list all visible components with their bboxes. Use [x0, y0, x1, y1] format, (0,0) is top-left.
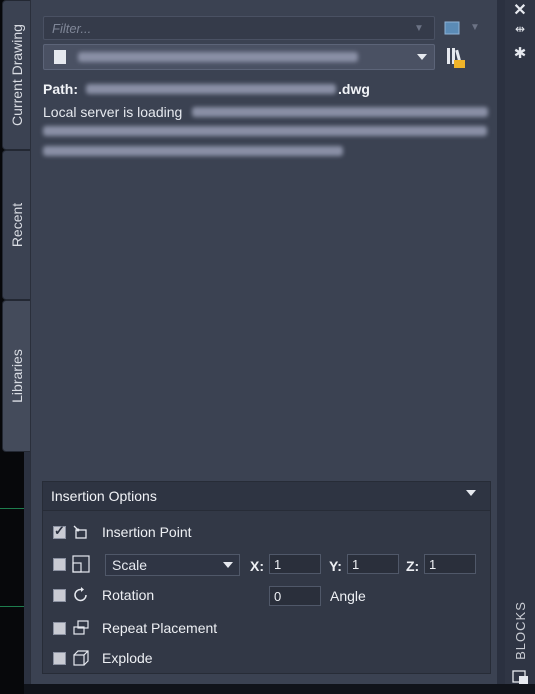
settings-icon[interactable]: ✱ — [505, 44, 535, 62]
palette-title-bar — [505, 0, 535, 684]
canvas-line — [0, 508, 24, 509]
close-icon[interactable]: ✕ — [505, 0, 535, 20]
canvas-line — [0, 606, 24, 607]
tab-current-drawing-label: Current Drawing — [9, 24, 25, 126]
path-line: Path: .dwg — [43, 81, 370, 97]
tab-libraries[interactable]: Libraries — [2, 300, 31, 452]
explode-label: Explode — [102, 650, 153, 666]
explode-row: Explode — [53, 646, 153, 670]
scale-mode-select[interactable]: Scale — [105, 554, 240, 576]
repeat-placement-icon — [72, 619, 90, 637]
library-path-select[interactable] — [43, 44, 435, 70]
loading-prefix: Local server is loading — [43, 104, 183, 120]
repeat-placement-row: Repeat Placement — [53, 616, 217, 640]
scale-mode-value: Scale — [112, 557, 148, 573]
repeat-placement-checkbox[interactable] — [53, 621, 66, 635]
drawing-canvas-bottom — [24, 684, 535, 694]
thumbnail-view-icon[interactable] — [442, 18, 462, 38]
scale-z-label: Z: — [406, 558, 420, 574]
rotation-checkbox[interactable] — [53, 588, 66, 602]
filter-input[interactable] — [50, 19, 414, 37]
redacted-text — [43, 126, 487, 136]
insertion-options-header[interactable]: Insertion Options — [43, 482, 490, 511]
insertion-point-icon — [72, 523, 90, 541]
browse-library-icon[interactable] — [443, 44, 467, 70]
filter-dropdown-icon[interactable]: ▼ — [414, 23, 424, 34]
scale-icon — [72, 555, 90, 573]
insertion-point-label: Insertion Point — [102, 524, 192, 540]
redacted-text — [192, 107, 488, 117]
repeat-placement-label: Repeat Placement — [102, 620, 218, 636]
file-icon — [54, 50, 66, 64]
scale-x-label: X: — [250, 558, 264, 574]
redacted-text — [43, 146, 343, 156]
insertion-point-row: Insertion Point — [53, 520, 192, 544]
blocks-title: BLOCKS — [512, 600, 528, 660]
tab-libraries-label: Libraries — [9, 349, 26, 403]
blocks-palette-icon[interactable] — [510, 668, 530, 686]
path-extension: .dwg — [338, 81, 370, 97]
scale-x-input[interactable]: 1 — [269, 554, 321, 574]
redacted-path — [78, 52, 358, 62]
rotation-label: Rotation — [102, 587, 155, 603]
insertion-point-checkbox[interactable] — [53, 523, 66, 539]
insertion-options-title: Insertion Options — [51, 488, 157, 504]
scale-row — [53, 552, 102, 576]
explode-icon — [72, 649, 90, 667]
tab-recent-label: Recent — [9, 202, 26, 248]
tab-current-drawing[interactable]: Current Drawing — [2, 0, 31, 150]
angle-label: Angle — [330, 588, 366, 604]
rotation-angle-input[interactable]: 0 — [269, 586, 321, 606]
loading-status: Local server is loading — [43, 104, 182, 120]
auto-hide-icon[interactable]: ⇹ — [505, 22, 535, 36]
view-options-chevron-icon[interactable]: ▼ — [470, 22, 480, 33]
chevron-down-icon — [223, 562, 233, 568]
explode-checkbox[interactable] — [53, 651, 66, 665]
blocks-palette-label: BLOCKS — [507, 600, 533, 660]
collapse-caret-icon[interactable] — [466, 490, 476, 496]
scale-y-label: Y: — [329, 558, 342, 574]
tab-recent[interactable]: Recent — [2, 150, 31, 300]
path-label: Path: — [43, 81, 78, 97]
scale-z-input[interactable]: 1 — [424, 554, 476, 574]
rotation-icon — [72, 586, 90, 604]
scale-y-input[interactable]: 1 — [347, 554, 399, 574]
scale-checkbox[interactable] — [53, 557, 66, 571]
insertion-options-panel: Insertion Options Insertion Point Scale … — [42, 481, 491, 674]
filter-box[interactable]: ▼ — [43, 16, 435, 40]
redacted-path — [86, 84, 336, 94]
rotation-row: Rotation — [53, 583, 154, 607]
chevron-down-icon[interactable] — [417, 54, 427, 60]
